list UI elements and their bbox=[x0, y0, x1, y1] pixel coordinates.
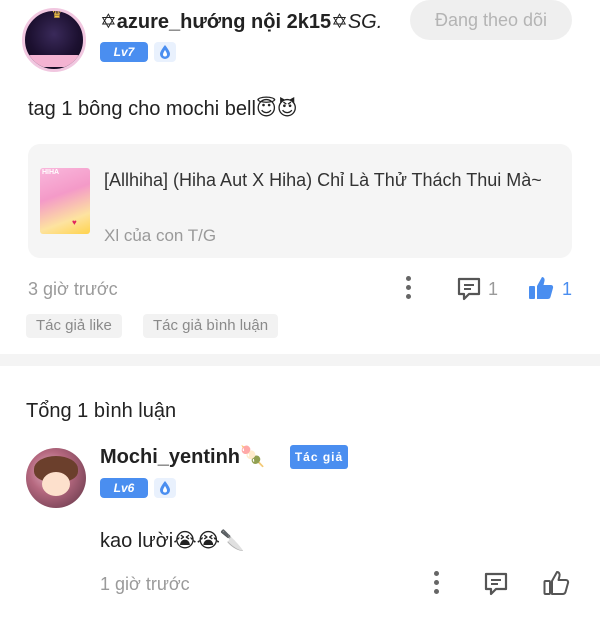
reply-comment-icon[interactable] bbox=[482, 570, 510, 603]
more-vertical-icon[interactable] bbox=[431, 571, 441, 597]
water-drop-icon bbox=[154, 478, 176, 498]
story-subtitle: Xl của con T/G bbox=[104, 226, 217, 245]
level-badge: Lv7 bbox=[100, 42, 148, 62]
commenter-level-badge: Lv6 bbox=[100, 478, 148, 498]
comments-count-header: Tổng 1 bình luận bbox=[26, 400, 177, 422]
following-button[interactable]: Đang theo dõi bbox=[410, 0, 572, 40]
author-badge: Tác giả bbox=[290, 445, 348, 469]
commenter-avatar[interactable] bbox=[26, 448, 86, 508]
post-card: ♛ ✡azure_hướng nội 2k15✡SG. Đang theo dõ… bbox=[0, 0, 600, 354]
section-divider bbox=[0, 354, 600, 366]
tag-author-commented: Tác giả bình luận bbox=[143, 314, 279, 338]
comment-count: 1 bbox=[488, 279, 499, 299]
water-drop-icon bbox=[154, 42, 176, 62]
crown-icon: ♛ bbox=[51, 8, 63, 21]
author-name-text: ✡azure_hướng nội 2k15✡ bbox=[100, 11, 348, 33]
thumbnail-title: HIHA bbox=[42, 169, 60, 176]
tag-author-like: Tác giả like bbox=[26, 314, 122, 338]
author-name[interactable]: ✡azure_hướng nội 2k15✡SG. bbox=[100, 9, 382, 34]
comment-text: kao lười😭😭🔪 bbox=[100, 530, 245, 552]
linked-story-card[interactable]: HIHA ♥ [Allhiha] (Hiha Aut X Hiha) Chỉ L… bbox=[28, 144, 572, 258]
avatar-frame bbox=[25, 55, 83, 67]
story-title: [Allhiha] (Hiha Aut X Hiha) Chỉ Là Thử T… bbox=[104, 170, 542, 190]
thumbs-up-outline-icon[interactable] bbox=[542, 569, 570, 602]
thumbs-up-filled-icon[interactable] bbox=[527, 274, 555, 307]
commenter-name[interactable]: Mochi_yentinh🍡 bbox=[100, 444, 265, 469]
comment-timestamp: 1 giờ trước bbox=[100, 574, 190, 594]
author-name-suffix: SG. bbox=[347, 11, 383, 33]
comment-icon[interactable] bbox=[455, 275, 483, 308]
like-count: 1 bbox=[562, 279, 573, 299]
heart-icon: ♥ bbox=[72, 218, 77, 227]
post-timestamp: 3 giờ trước bbox=[28, 279, 118, 299]
post-content: tag 1 bông cho mochi bell😇😈 bbox=[28, 98, 298, 120]
more-vertical-icon[interactable] bbox=[403, 276, 413, 302]
author-avatar[interactable]: ♛ bbox=[22, 8, 86, 72]
story-thumbnail: HIHA ♥ bbox=[40, 168, 90, 234]
